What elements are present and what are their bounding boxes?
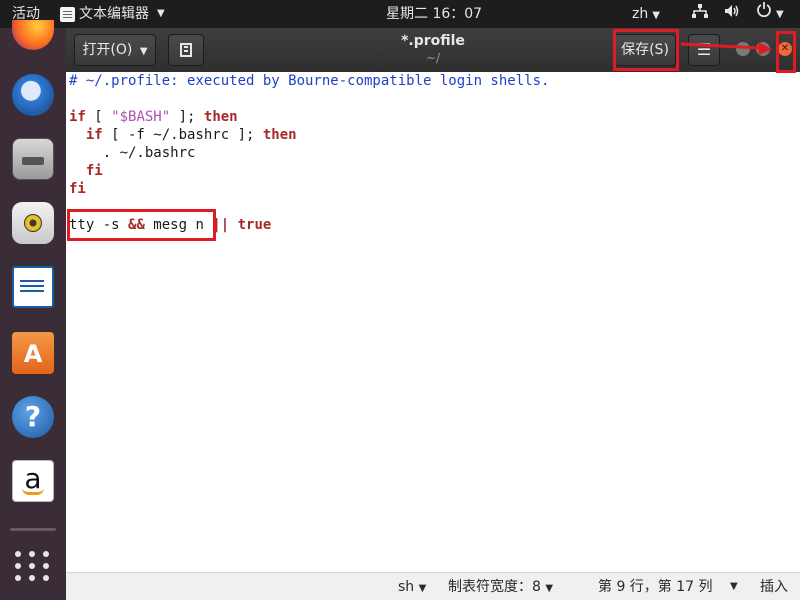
- cursor-position[interactable]: 第 9 行，第 17 列: [598, 573, 713, 601]
- code-line-9[interactable]: tty -s && mesg n || true: [69, 216, 271, 234]
- libreoffice-writer-icon[interactable]: [12, 266, 54, 308]
- code-line-6[interactable]: fi: [69, 162, 103, 180]
- files-icon[interactable]: [12, 138, 54, 180]
- rhythmbox-icon[interactable]: [12, 202, 54, 244]
- chevron-down-icon: ▼: [157, 8, 165, 19]
- close-button[interactable]: ✕: [778, 42, 792, 56]
- help-icon[interactable]: ?: [12, 396, 54, 438]
- new-document-button[interactable]: [168, 34, 204, 66]
- chevron-down-icon: ▼: [139, 46, 148, 57]
- window-headerbar: 打开(O) ▼ *.profile ~/ 保存(S) ☰ ✕: [66, 28, 800, 72]
- dock-separator: [10, 528, 56, 531]
- power-icon: ▼: [756, 0, 784, 29]
- document-path: ~/: [425, 51, 441, 65]
- hamburger-menu-button[interactable]: ☰: [688, 34, 720, 66]
- dock: A ? a: [0, 20, 66, 600]
- chevron-down-icon: ▼: [418, 583, 427, 594]
- new-document-icon: [180, 43, 192, 57]
- insert-mode-indicator[interactable]: 插入: [760, 573, 788, 601]
- app-menu-label: 文本编辑器: [79, 6, 149, 22]
- minimize-button[interactable]: [736, 42, 750, 56]
- app-menu[interactable]: 文本编辑器 ▼: [60, 0, 165, 28]
- network-icon: [692, 0, 708, 28]
- chevron-down-icon: ▼: [545, 583, 554, 594]
- open-button-label: 打开(O): [82, 42, 133, 58]
- code-line-3[interactable]: if [ "$BASH" ]; then: [69, 108, 238, 126]
- status-bar: sh ▼ 制表符宽度：8 ▼ 第 9 行，第 17 列 ▼ 插入: [66, 572, 800, 600]
- tab-width-value: 8: [532, 579, 541, 595]
- chevron-down-icon: ▼: [776, 9, 784, 20]
- top-bar: 活动 文本编辑器 ▼ 星期二 16：07 zh ▼ ▼: [0, 0, 800, 28]
- tab-width-label: 制表符宽度：: [448, 579, 532, 595]
- save-button[interactable]: 保存(S): [614, 34, 676, 66]
- code-line-4[interactable]: if [ -f ~/.bashrc ]; then: [69, 126, 297, 144]
- code-line-1[interactable]: # ~/.profile: executed by Bourne-compati…: [69, 72, 549, 90]
- code-comment: # ~/.profile: executed by Bourne-compati…: [69, 73, 550, 89]
- system-tray[interactable]: ▼: [692, 0, 784, 28]
- ubuntu-software-icon[interactable]: A: [12, 332, 54, 374]
- language-label: sh: [398, 579, 415, 595]
- open-button[interactable]: 打开(O) ▼: [74, 34, 156, 66]
- input-language-label: zh: [632, 6, 649, 22]
- input-language-menu[interactable]: zh ▼: [632, 0, 660, 28]
- code-line-7[interactable]: fi: [69, 180, 86, 198]
- code-line-5[interactable]: . ~/.bashrc: [69, 144, 196, 162]
- tab-width-selector[interactable]: 制表符宽度：8 ▼: [448, 573, 553, 603]
- text-editor-area[interactable]: # ~/.profile: executed by Bourne-compati…: [66, 72, 800, 572]
- menu-icon: ☰: [696, 40, 712, 59]
- firefox-icon[interactable]: [12, 20, 54, 50]
- window-title: *.profile ~/: [366, 32, 500, 66]
- text-editor-icon: [60, 6, 75, 22]
- clock[interactable]: 星期二 16：07: [386, 0, 482, 28]
- show-apps-icon[interactable]: [15, 548, 51, 584]
- chevron-down-icon: ▼: [652, 10, 660, 21]
- chevron-down-icon[interactable]: ▼: [730, 573, 738, 601]
- volume-icon: [724, 0, 740, 28]
- thunderbird-icon[interactable]: [12, 74, 54, 116]
- close-icon: ✕: [780, 43, 790, 54]
- language-selector[interactable]: sh ▼: [398, 573, 426, 603]
- document-title: *.profile: [401, 33, 465, 49]
- maximize-button[interactable]: [756, 42, 770, 56]
- amazon-icon[interactable]: a: [12, 460, 54, 502]
